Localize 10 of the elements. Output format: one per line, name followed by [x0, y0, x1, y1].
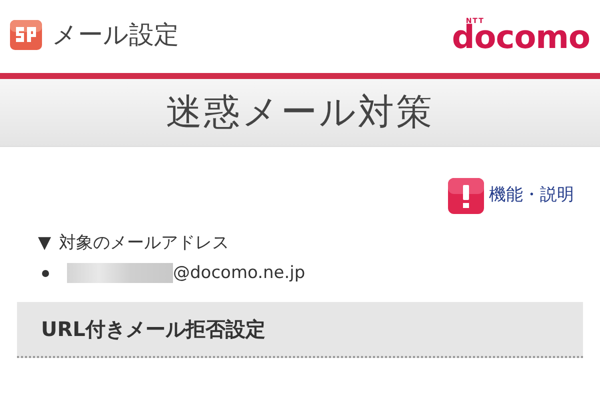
- toggle-arrow[interactable]: ▼: [38, 231, 52, 256]
- app-logo-icon: [8, 17, 44, 53]
- bullet-icon: [42, 270, 49, 277]
- address-label[interactable]: 対象のメールアドレス: [59, 231, 230, 256]
- app-title: メール設定: [52, 19, 179, 52]
- page-title: 迷惑メール対策: [166, 90, 434, 134]
- help-link[interactable]: 機能・説明: [489, 183, 574, 209]
- email-domain: @docomo.ne.jp: [173, 262, 306, 284]
- section-title: URL付きメール拒否設定: [41, 316, 266, 343]
- exclamation-icon[interactable]: [447, 177, 485, 215]
